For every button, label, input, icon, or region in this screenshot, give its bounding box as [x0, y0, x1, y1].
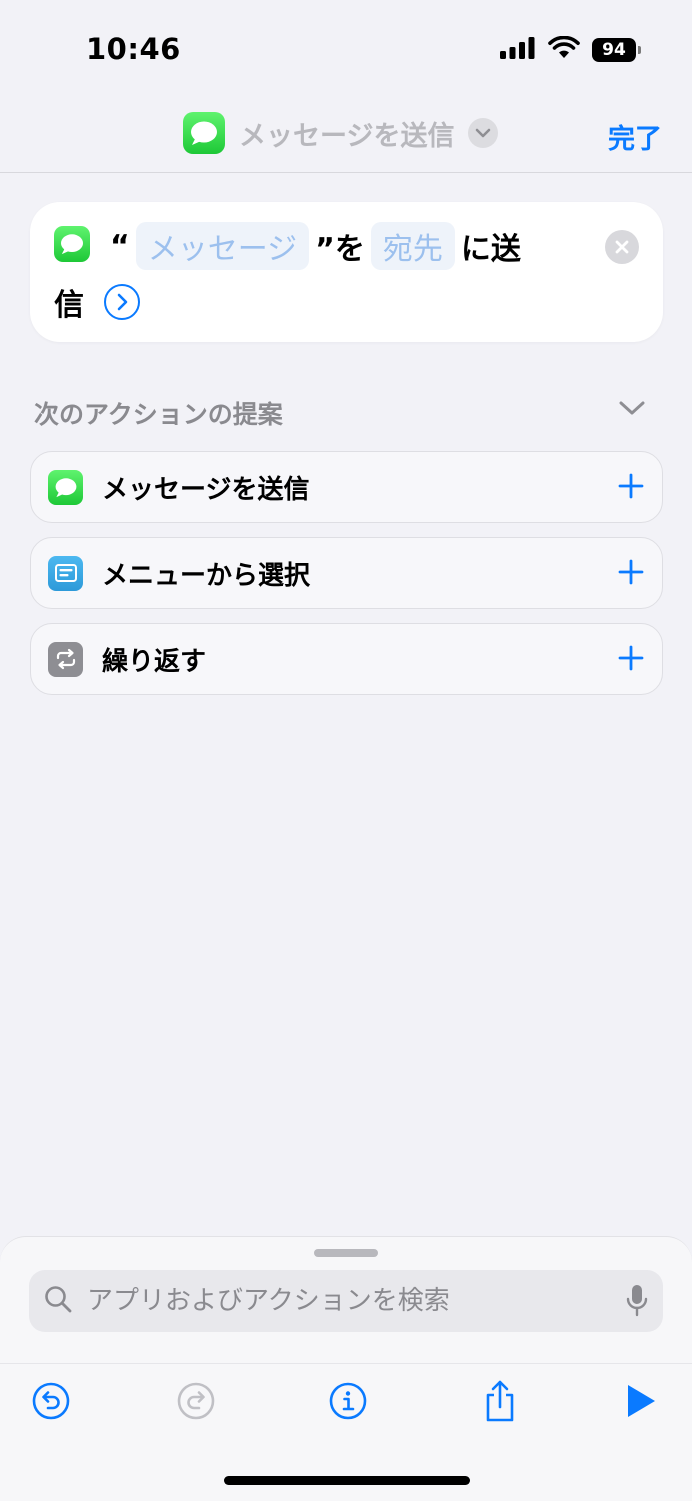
- done-button[interactable]: 完了: [608, 117, 662, 156]
- page-title: メッセージを送信: [239, 120, 455, 152]
- battery-icon: 94: [592, 38, 641, 62]
- signal-icon: [500, 37, 536, 63]
- action-suffix-line1: に送: [460, 232, 521, 267]
- undo-icon[interactable]: [28, 1378, 74, 1424]
- close-quote-text: ”を: [315, 232, 365, 267]
- messages-app-icon: [183, 112, 225, 154]
- recipient-parameter[interactable]: 宛先: [370, 222, 455, 270]
- send-message-action-card: “ メッセージ ”を 宛先 に送 信: [30, 202, 663, 342]
- search-bar[interactable]: [29, 1270, 663, 1332]
- action-sentence-line1: “ メッセージ ”を 宛先 に送: [110, 222, 521, 270]
- chevron-down-icon[interactable]: [468, 118, 499, 148]
- add-icon[interactable]: [618, 473, 644, 503]
- play-icon[interactable]: [618, 1378, 664, 1424]
- suggestion-label: 繰り返す: [102, 646, 207, 677]
- home-indicator: [224, 1476, 470, 1485]
- action-search-sheet: [0, 1236, 692, 1501]
- navigation-header: メッセージを送信 完了: [0, 100, 692, 173]
- clear-icon[interactable]: [605, 230, 639, 264]
- open-quote: “: [110, 228, 130, 264]
- collapse-chevron-icon[interactable]: [618, 400, 646, 420]
- messages-icon: [48, 469, 83, 505]
- search-icon: [43, 1284, 73, 1318]
- message-parameter[interactable]: メッセージ: [135, 222, 310, 270]
- suggestion-item-choose-from-menu[interactable]: メニューから選択: [30, 537, 663, 609]
- redo-icon[interactable]: [173, 1378, 219, 1424]
- wifi-icon: [548, 35, 580, 64]
- add-icon[interactable]: [618, 559, 644, 589]
- action-title-menu[interactable]: メッセージを送信: [183, 112, 499, 154]
- status-icons: 94: [500, 35, 641, 64]
- share-icon[interactable]: [477, 1378, 523, 1424]
- suggestion-item-repeat[interactable]: 繰り返す: [30, 623, 663, 695]
- sheet-grabber[interactable]: [314, 1249, 378, 1257]
- action-suffix-line2: 信: [54, 288, 84, 323]
- status-time: 10:46: [86, 32, 181, 66]
- menu-icon: [48, 555, 83, 591]
- suggestion-label: メニューから選択: [102, 560, 311, 591]
- action-sentence-line2: 信: [54, 280, 140, 324]
- suggestion-label: メッセージを送信: [102, 474, 310, 505]
- add-icon[interactable]: [618, 645, 644, 675]
- status-bar: 10:46 94: [0, 0, 692, 100]
- expand-chevron-icon[interactable]: [104, 284, 140, 320]
- repeat-icon: [48, 641, 83, 677]
- suggestion-item-send-message[interactable]: メッセージを送信: [30, 451, 663, 523]
- messages-icon: [54, 226, 90, 262]
- editor-toolbar: [0, 1363, 692, 1440]
- microphone-icon[interactable]: [625, 1283, 649, 1323]
- info-icon[interactable]: [325, 1378, 371, 1424]
- search-input[interactable]: [85, 1285, 589, 1317]
- suggestions-header: 次のアクションの提案: [34, 400, 283, 429]
